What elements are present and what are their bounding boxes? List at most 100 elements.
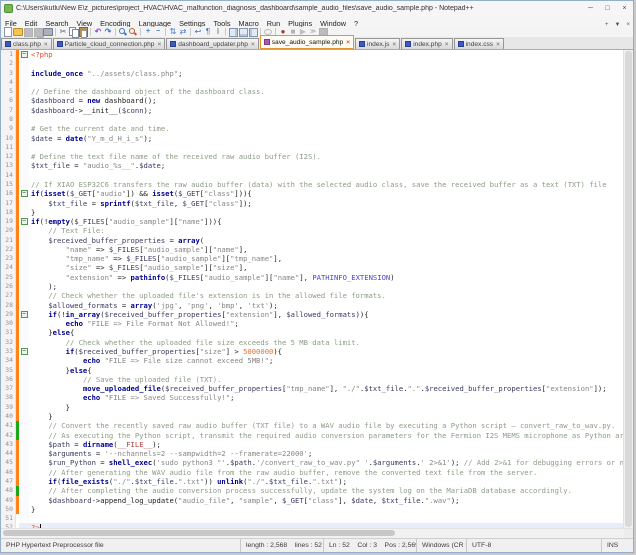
code-text[interactable]: "size" => $_FILES["audio_sample"]["size"… [29,263,623,272]
code-text[interactable]: $arguments = '--nchannels=2 --sampwidth=… [29,449,623,458]
fold-collapse-icon[interactable]: − [21,190,28,197]
tab-dashboard-updater-php[interactable]: dashboard_updater.php× [166,38,258,49]
code-text[interactable] [29,514,623,523]
copy-icon[interactable] [68,27,78,37]
tab-close-icon[interactable]: × [392,41,396,48]
tab-index-css[interactable]: index.css× [454,38,504,49]
open-file-icon[interactable] [13,27,23,37]
code-text[interactable]: "name" => $_FILES["audio_sample"]["name"… [29,245,623,254]
tab-close-icon[interactable]: × [251,41,255,48]
code-text[interactable]: echo "FILE => File size cannot exceed 5M… [29,356,623,365]
code-text[interactable]: // After completing the audio conversion… [29,486,623,495]
code-text[interactable]: // Text File: [29,226,623,235]
code-text[interactable]: move_uploaded_file($received_buffer_prop… [29,384,623,393]
code-text[interactable]: if(file_exists("./".$txt_file.".txt")) u… [29,477,623,486]
code-text[interactable]: $allowed_formats = array('jpg', 'png', '… [29,301,623,310]
fold-collapse-icon[interactable]: − [21,51,28,58]
code-text[interactable]: } [29,403,623,412]
zoom-out-icon[interactable]: − [153,27,163,37]
code-text[interactable]: // If XIAO ESP32C6 transfers the raw aud… [29,180,623,189]
code-token: "name" [213,245,239,254]
fold-collapse-icon[interactable]: − [21,311,28,318]
redo-icon[interactable]: ↷ [103,27,113,37]
code-text[interactable]: } [29,505,623,514]
code-text[interactable]: <?php [29,50,623,59]
code-text[interactable]: $received_buffer_properties = array( [29,236,623,245]
code-text[interactable]: $txt_file = "audio_%s__".$date; [29,161,623,170]
sync-horizontal-icon[interactable]: ⇄ [178,27,188,37]
line-number: 28 [1,301,16,310]
tab-index-php[interactable]: index.php× [401,38,452,49]
tab-close-icon[interactable]: × [157,41,161,48]
code-text[interactable]: // Check whether the uploaded file's ext… [29,291,623,300]
code-text[interactable]: if(!in_array($received_buffer_properties… [29,310,623,319]
code-text[interactable]: } [29,412,623,421]
sync-vertical-icon[interactable]: ⇅ [168,27,178,37]
code-text[interactable]: // Define the dashboard object of the da… [29,87,623,96]
tab-class-php[interactable]: class.php× [1,38,52,49]
code-text[interactable]: // Check whether the uploaded file size … [29,338,623,347]
code-text[interactable]: echo "FILE => File Format Not Allowed!"; [29,319,623,328]
code-text[interactable] [29,115,623,124]
code-text[interactable]: if($received_buffer_properties["size"] >… [29,347,623,356]
paste-icon[interactable] [78,27,88,37]
code-text[interactable]: // Save the uploaded file (TXT). [29,375,623,384]
code-text[interactable]: # Define the text file name of the recei… [29,152,623,161]
code-text[interactable]: if(isset($_GET["audio"]) && isset($_GET[… [29,189,623,198]
undo-icon[interactable]: ↶ [93,27,103,37]
code-token: ]) && [126,189,152,198]
code-text[interactable]: $dashboard->__init__($conn); [29,106,623,115]
tab-close-icon[interactable]: × [445,41,449,48]
code-text[interactable] [29,78,623,87]
code-text[interactable]: echo "FILE => Saved Successfully!"; [29,393,623,402]
find-icon[interactable] [118,27,128,37]
word-wrap-icon[interactable]: ↩ [193,27,203,37]
document-list-icon[interactable] [238,27,248,37]
code-text[interactable]: }else{ [29,328,623,337]
vertical-scrollbar[interactable] [623,50,633,528]
cut-icon[interactable]: ✂ [58,27,68,37]
code-text[interactable]: # Get the current date and time. [29,124,623,133]
fold-collapse-icon[interactable]: − [21,348,28,355]
tab-index-js[interactable]: index.js× [355,38,400,49]
fold-collapse-icon[interactable]: − [21,218,28,225]
zoom-in-icon[interactable]: + [143,27,153,37]
code-text[interactable] [29,59,623,68]
code-text[interactable]: $txt_file = sprintf($txt_file, $_GET["cl… [29,199,623,208]
fold-margin [19,124,29,133]
code-text[interactable]: }else{ [29,366,623,375]
function-list-icon[interactable] [248,27,258,37]
code-text[interactable]: $path = dirname(__FILE__); [29,440,623,449]
code-text[interactable]: include_once "../assets/class.php"; [29,69,623,78]
tab-save-audio-sample-php[interactable]: save_audio_sample.php× [260,35,354,49]
code-text[interactable]: $date = date("Y_m_d_H_i_s"); [29,134,623,143]
code-text[interactable]: // After generating the WAV audio file f… [29,468,623,477]
new-file-icon[interactable] [3,27,13,37]
horizontal-scrollbar[interactable] [1,528,633,538]
code-text[interactable] [29,171,623,180]
tab-close-icon[interactable]: × [44,41,48,48]
code-text[interactable]: "tmp_name" => $_FILES["audio_sample"]["t… [29,254,623,263]
tab-particle-cloud-connection-php[interactable]: Particle_cloud_connection.php× [53,38,166,49]
print-icon[interactable] [43,27,53,37]
code-text[interactable]: "extension" => pathinfo($_FILES["audio_s… [29,273,623,282]
vertical-scrollbar-thumb[interactable] [625,51,632,527]
document-map-icon[interactable] [228,27,238,37]
code-text[interactable]: $dashboard->append_log_update("audio_fil… [29,496,623,505]
replace-icon[interactable] [128,27,138,37]
code-text[interactable]: $run_Python = shell_exec('sudo python3 "… [29,458,623,467]
code-text[interactable]: // As executing the Python script, trans… [29,431,623,440]
horizontal-scrollbar-thumb[interactable] [3,530,395,536]
code-text[interactable]: } [29,208,623,217]
tab-close-icon[interactable]: × [496,41,500,48]
show-all-chars-icon[interactable]: ¶ [203,27,213,37]
code-editor[interactable]: 1−<?php23include_once "../assets/class.p… [1,50,633,528]
code-text[interactable]: ); [29,282,623,291]
indent-guide-icon[interactable]: ‖ [213,27,223,37]
code-text[interactable]: $dashboard = new dashboard(); [29,96,623,105]
code-text[interactable]: if(!empty($_FILES["audio_sample"]["name"… [29,217,623,226]
code-text[interactable]: // Convert the recently saved raw audio … [29,421,623,430]
tab-close-icon[interactable]: × [346,39,350,46]
code-text[interactable] [29,143,623,152]
minimize-button-icon[interactable]: ─ [582,1,599,16]
